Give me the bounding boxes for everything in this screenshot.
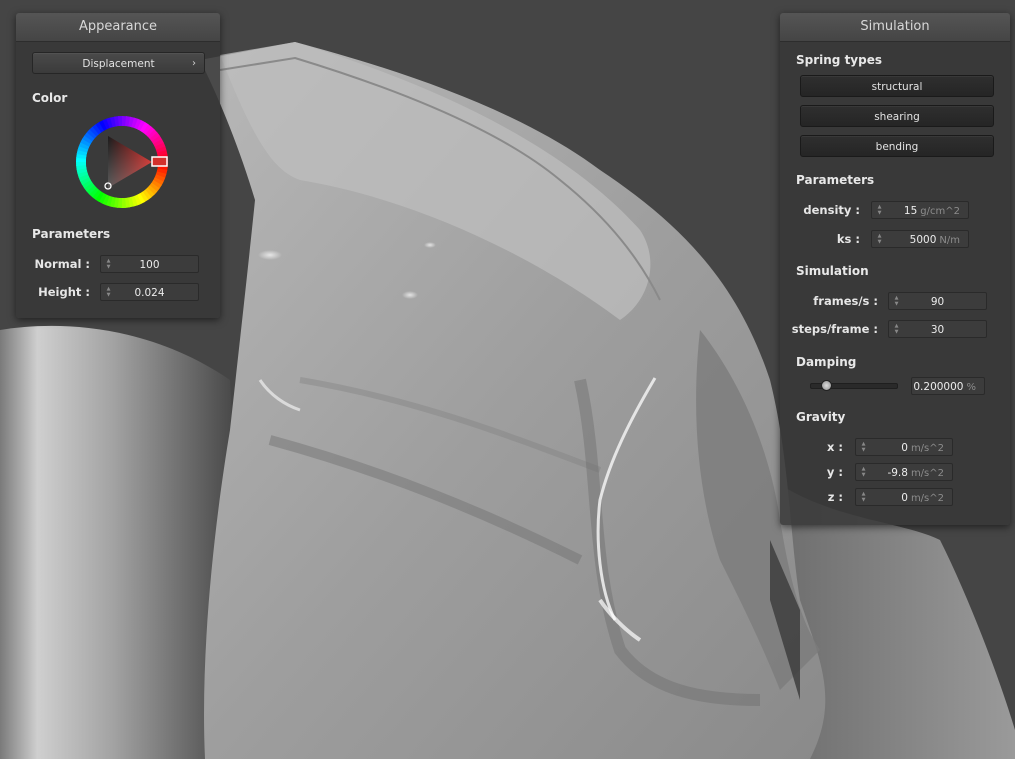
gravity-z-value: 0 <box>901 492 908 504</box>
spinner-arrows-icon[interactable]: ▲ ▼ <box>876 233 883 245</box>
gravity-z-label: z : <box>827 490 843 504</box>
density-label: density : <box>803 203 860 217</box>
gravity-y-field[interactable]: ▲ ▼ -9.8 m/s^2 <box>855 463 953 481</box>
gravity-x-label: x : <box>826 440 843 454</box>
spring-types-label: Spring types <box>796 53 883 67</box>
height-value: 0.024 <box>134 287 165 299</box>
gravity-y-value: -9.8 <box>887 467 908 479</box>
appearance-parameters-label: Parameters <box>32 227 111 241</box>
appearance-panel: Appearance Displacement › Color Paramete… <box>16 13 220 318</box>
spinner-arrows-icon[interactable]: ▲ ▼ <box>860 491 867 503</box>
chevron-right-icon: › <box>192 58 196 69</box>
ks-value: 5000 <box>909 234 937 246</box>
damping-label: Damping <box>796 355 857 369</box>
structural-button[interactable]: structural <box>800 75 994 97</box>
gravity-x-field[interactable]: ▲ ▼ 0 m/s^2 <box>855 438 953 456</box>
height-field[interactable]: ▲ ▼ 0.024 <box>100 283 199 301</box>
damping-field[interactable]: 0.200000% <box>911 377 985 395</box>
damping-value: 0.200000 <box>913 381 964 393</box>
steps-label: steps/frame : <box>791 322 878 336</box>
damping-slider-handle[interactable] <box>821 380 833 391</box>
height-label: Height : <box>38 285 90 299</box>
ks-unit: N/m <box>939 235 960 246</box>
simulation-panel: Simulation Spring types structural shear… <box>780 13 1010 525</box>
gravity-label: Gravity <box>796 410 846 424</box>
density-unit: g/cm^2 <box>920 206 960 217</box>
steps-field[interactable]: ▲ ▼ 30 <box>888 320 987 338</box>
fps-label: frames/s : <box>813 294 878 308</box>
gravity-x-value: 0 <box>901 442 908 454</box>
steps-value: 30 <box>930 324 945 336</box>
gravity-y-unit: m/s^2 <box>910 468 944 479</box>
color-section-label: Color <box>32 91 68 105</box>
normal-field[interactable]: ▲ ▼ 100 <box>100 255 199 273</box>
bending-button[interactable]: bending <box>800 135 994 157</box>
density-value: 15 <box>903 205 918 217</box>
spinner-arrows-icon[interactable]: ▲ ▼ <box>860 466 867 478</box>
simulation-title[interactable]: Simulation <box>780 13 1010 42</box>
fps-field[interactable]: ▲ ▼ 90 <box>888 292 987 310</box>
ks-label: ks : <box>836 232 860 246</box>
gravity-z-unit: m/s^2 <box>910 493 944 504</box>
spinner-arrows-icon[interactable]: ▲ ▼ <box>860 441 867 453</box>
simulation-section-label: Simulation <box>796 264 869 278</box>
normal-label: Normal : <box>34 257 90 271</box>
ks-field[interactable]: ▲ ▼ 5000 N/m <box>871 230 969 248</box>
density-field[interactable]: ▲ ▼ 15 g/cm^2 <box>871 201 969 219</box>
gravity-z-field[interactable]: ▲ ▼ 0 m/s^2 <box>855 488 953 506</box>
shader-select-button[interactable]: Displacement › <box>32 52 205 74</box>
color-wheel[interactable] <box>75 115 168 208</box>
spinner-arrows-icon[interactable]: ▲ ▼ <box>876 204 883 216</box>
fps-value: 90 <box>930 296 945 308</box>
normal-value: 100 <box>139 259 160 271</box>
appearance-title[interactable]: Appearance <box>16 13 220 42</box>
shader-select-label: Displacement <box>82 58 155 70</box>
shearing-button[interactable]: shearing <box>800 105 994 127</box>
sim-parameters-label: Parameters <box>796 173 875 187</box>
gravity-x-unit: m/s^2 <box>910 443 944 454</box>
damping-unit: % <box>966 382 976 393</box>
gravity-y-label: y : <box>826 465 843 479</box>
